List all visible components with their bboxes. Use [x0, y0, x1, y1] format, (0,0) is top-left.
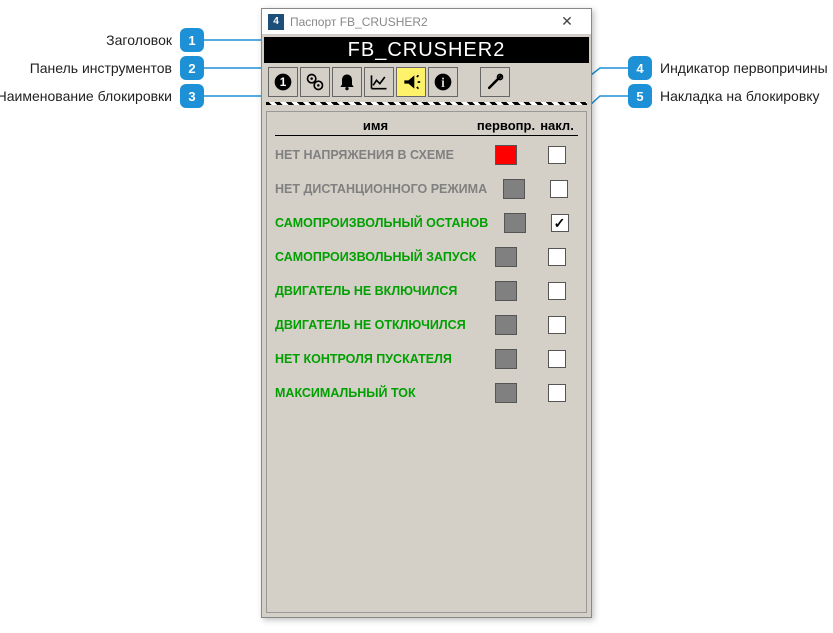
table-row: ДВИГАТЕЛЬ НЕ ОТКЛЮЧИЛСЯ: [275, 312, 578, 338]
bell-icon: [337, 72, 357, 92]
gears-icon: [305, 72, 325, 92]
overlay-cell: [536, 350, 578, 368]
lock-name: ДВИГАТЕЛЬ НЕ ВКЛЮЧИЛСЯ: [275, 284, 476, 298]
overlay-checkbox[interactable]: [550, 180, 568, 198]
callout-5: 5 Накладка на блокировку: [628, 84, 820, 108]
callout-2-label: Панель инструментов: [30, 60, 172, 76]
toolbar-tools-button[interactable]: [480, 67, 510, 97]
toolbar-horn-button[interactable]: [396, 67, 426, 97]
callout-2-bubble: 2: [180, 56, 204, 80]
svg-text:1: 1: [280, 76, 287, 89]
passport-window: 4 Паспорт FB_CRUSHER2 ✕ FB_CRUSHER2 1 i: [261, 8, 592, 618]
toolbar-alarm-button[interactable]: [332, 67, 362, 97]
col-overlay-header: накл.: [536, 118, 578, 133]
window-title: Паспорт FB_CRUSHER2: [290, 15, 543, 29]
toolbar-info-button[interactable]: i: [428, 67, 458, 97]
table-row: НЕТ ДИСТАНЦИОННОГО РЕЖИМА: [275, 176, 578, 202]
lock-name: МАКСИМАЛЬНЫЙ ТОК: [275, 386, 476, 400]
overlay-cell: [536, 282, 578, 300]
header-band: FB_CRUSHER2: [264, 37, 589, 63]
table-row: САМОПРОИЗВОЛЬНЫЙ ОСТАНОВ ✓: [275, 210, 578, 236]
app-icon: 4: [268, 14, 284, 30]
prime-cell: [488, 213, 541, 233]
callout-2: Панель инструментов 2: [14, 56, 204, 80]
info-icon: i: [433, 72, 453, 92]
prime-cell: [476, 145, 536, 165]
prime-indicator: [495, 315, 517, 335]
callout-1-label: Заголовок: [106, 32, 172, 48]
lock-list: имя первопр. накл. НЕТ НАПРЯЖЕНИЯ В СХЕМ…: [266, 111, 587, 613]
overlay-checkbox[interactable]: [548, 146, 566, 164]
prime-cell: [476, 281, 536, 301]
overlay-checkbox[interactable]: ✓: [551, 214, 569, 232]
lock-name: НЕТ ДИСТАНЦИОННОГО РЕЖИМА: [275, 182, 487, 196]
tools-icon: [485, 72, 505, 92]
overlay-cell: [541, 180, 578, 198]
callout-3-label: Наименование блокировки: [0, 88, 172, 104]
svg-text:i: i: [441, 75, 445, 90]
close-button[interactable]: ✕: [549, 12, 585, 32]
prime-cell: [487, 179, 540, 199]
overlay-cell: [536, 316, 578, 334]
lock-name: НЕТ КОНТРОЛЯ ПУСКАТЕЛЯ: [275, 352, 476, 366]
callout-1: Заголовок 1: [14, 28, 204, 52]
table-row: НЕТ КОНТРОЛЯ ПУСКАТЕЛЯ: [275, 346, 578, 372]
list-header: имя первопр. накл.: [275, 118, 578, 136]
prime-indicator: [495, 281, 517, 301]
overlay-cell: [536, 384, 578, 402]
prime-cell: [476, 383, 536, 403]
callout-4: 4 Индикатор первопричины: [628, 56, 828, 80]
callout-5-bubble: 5: [628, 84, 652, 108]
callout-3: Наименование блокировки 3: [14, 84, 204, 108]
lock-name: САМОПРОИЗВОЛЬНЫЙ ОСТАНОВ: [275, 216, 488, 230]
prime-cell: [476, 247, 536, 267]
lock-name: НЕТ НАПРЯЖЕНИЯ В СХЕМЕ: [275, 148, 476, 162]
callout-4-label: Индикатор первопричины: [660, 60, 828, 76]
callout-1-bubble: 1: [180, 28, 204, 52]
callout-3-bubble: 3: [180, 84, 204, 108]
overlay-checkbox[interactable]: [548, 248, 566, 266]
lock-name: ДВИГАТЕЛЬ НЕ ОТКЛЮЧИЛСЯ: [275, 318, 476, 332]
prime-indicator: [495, 145, 517, 165]
col-prime-header: первопр.: [476, 118, 536, 133]
toolbar-sep: [266, 102, 587, 105]
overlay-cell: [536, 146, 578, 164]
prime-indicator: [495, 349, 517, 369]
toolbar-settings-button[interactable]: [300, 67, 330, 97]
toolbar-chart-button[interactable]: [364, 67, 394, 97]
chart-icon: [369, 72, 389, 92]
table-row: САМОПРОИЗВОЛЬНЫЙ ЗАПУСК: [275, 244, 578, 270]
toolbar-one-button[interactable]: 1: [268, 67, 298, 97]
prime-cell: [476, 349, 536, 369]
table-row: ДВИГАТЕЛЬ НЕ ВКЛЮЧИЛСЯ: [275, 278, 578, 304]
callout-4-bubble: 4: [628, 56, 652, 80]
titlebar: 4 Паспорт FB_CRUSHER2 ✕: [262, 9, 591, 35]
col-name-header: имя: [275, 118, 476, 133]
overlay-cell: ✓: [541, 214, 578, 232]
lock-name: САМОПРОИЗВОЛЬНЫЙ ЗАПУСК: [275, 250, 476, 264]
horn-icon: [401, 72, 421, 92]
callout-5-label: Накладка на блокировку: [660, 88, 820, 104]
prime-indicator: [495, 383, 517, 403]
overlay-checkbox[interactable]: [548, 350, 566, 368]
prime-indicator: [495, 247, 517, 267]
overlay-checkbox[interactable]: [548, 384, 566, 402]
prime-cell: [476, 315, 536, 335]
overlay-checkbox[interactable]: [548, 316, 566, 334]
prime-indicator: [504, 213, 526, 233]
prime-indicator: [503, 179, 525, 199]
toolbar: 1 i: [262, 65, 591, 99]
table-row: МАКСИМАЛЬНЫЙ ТОК: [275, 380, 578, 406]
table-row: НЕТ НАПРЯЖЕНИЯ В СХЕМЕ: [275, 142, 578, 168]
overlay-cell: [536, 248, 578, 266]
overlay-checkbox[interactable]: [548, 282, 566, 300]
